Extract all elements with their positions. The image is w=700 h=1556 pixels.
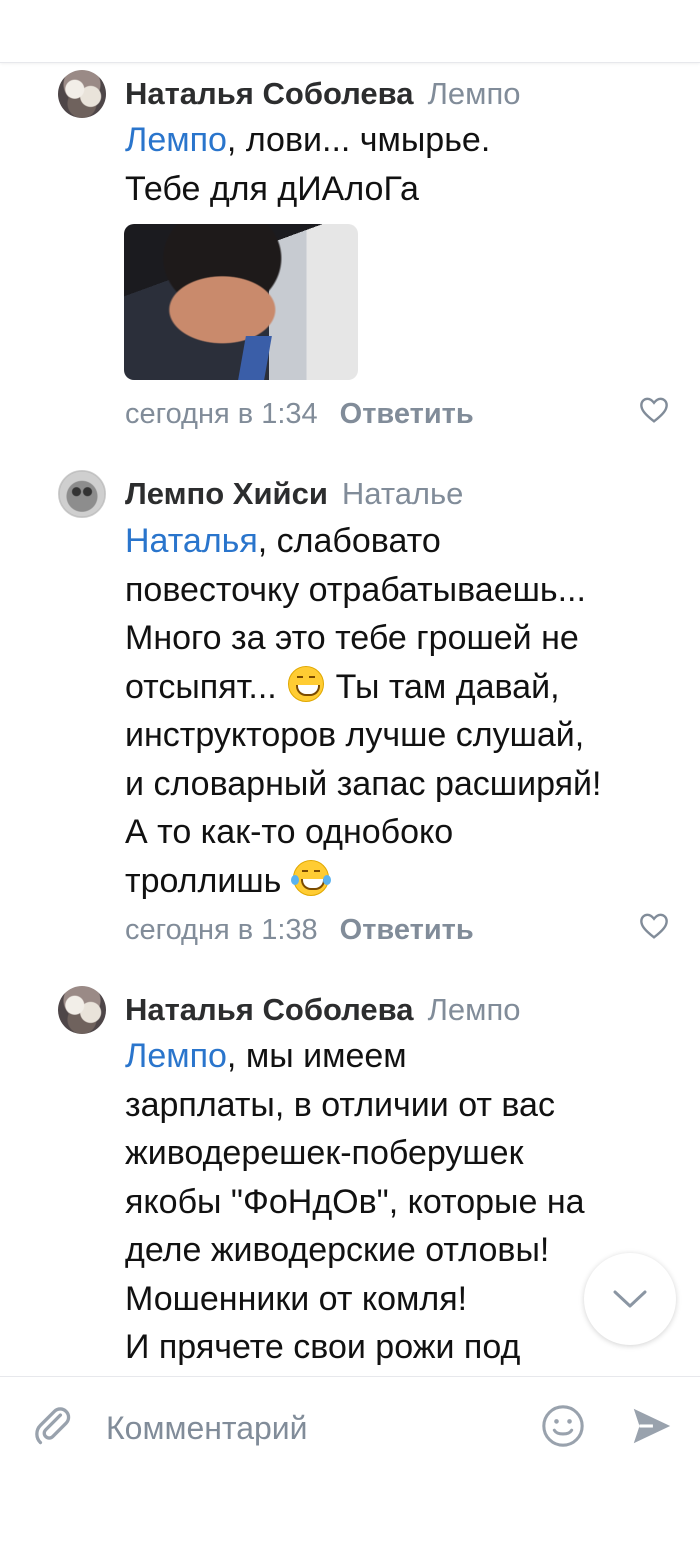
photo-detail [238, 336, 272, 380]
comment-line: А то как-то однобоко [125, 813, 454, 851]
comment-text-segment: троллишь [125, 861, 282, 900]
timestamp: сегодня в 1:34 [125, 398, 318, 430]
comment-composer [0, 1376, 700, 1477]
comment-meta: сегодня в 1:34 Ответить [125, 396, 474, 432]
comment-line: Наталья, слабовато [125, 517, 680, 566]
grin-emoji-icon [288, 665, 325, 702]
mention-link[interactable]: Лемпо [125, 121, 227, 159]
comment-line: повесточку отрабатываешь... [125, 570, 586, 609]
mention-link[interactable]: Лемпо [125, 1037, 227, 1075]
comment-line: Много за это тебе грошей не [125, 619, 579, 657]
emoji-smile-icon[interactable] [540, 1403, 586, 1449]
tears-of-joy-emoji-icon [290, 859, 331, 896]
mention-link[interactable]: Наталья [125, 522, 258, 560]
comment-header: Наталья Соболева Лемпо [125, 990, 521, 1030]
author-name[interactable]: Наталья Соболева [125, 992, 414, 1027]
comment-line: Лемпо, лови... чмырье. [125, 116, 680, 165]
comment-line: и словарный запас расширяй! [125, 764, 602, 803]
comment-text: Наталья, слабовато повесточку отрабатыва… [125, 517, 680, 905]
comment-input[interactable] [104, 1401, 518, 1455]
comment-line: зарплаты, в отличии от вас [125, 1085, 555, 1124]
comment-text-segment: Ты там давай, [326, 667, 560, 706]
comment-line: троллишь [125, 857, 680, 906]
comment-text-segment: , слабовато [257, 522, 441, 560]
comment-line: отсыпят... Ты там давай, [125, 663, 680, 712]
author-name[interactable]: Лемпо Хийси [125, 476, 328, 511]
avatar[interactable] [58, 986, 106, 1034]
comment-line: Тебе для дИАлоГа [125, 169, 419, 208]
heart-icon[interactable] [638, 394, 670, 426]
send-icon[interactable] [628, 1403, 674, 1449]
chevron-down-icon [613, 1290, 647, 1308]
comment-text-segment: , лови... чмырье. [226, 121, 491, 159]
comment-text: Лемпо, лови... чмырье. Тебе для дИАлоГа [125, 116, 680, 213]
comment-line: Лемпо, мы имеем [125, 1032, 680, 1081]
author-name[interactable]: Наталья Соболева [125, 76, 414, 111]
reply-button[interactable]: Ответить [340, 398, 474, 430]
comment-text-segment: отсыпят... [125, 667, 277, 706]
comment-header: Лемпо Хийси Наталье [125, 474, 463, 514]
comment-line: якобы "ФоНдОв", которые на [125, 1182, 585, 1221]
comment-meta: сегодня в 1:38 Ответить [125, 912, 474, 948]
paperclip-icon[interactable] [32, 1405, 76, 1449]
reply-to-name[interactable]: Лемпо [428, 992, 521, 1027]
reply-to-name[interactable]: Наталье [342, 476, 464, 511]
timestamp: сегодня в 1:38 [125, 914, 318, 946]
comment-text-segment: , мы имеем [226, 1037, 407, 1075]
comment-line: инструкторов лучше слушай, [125, 716, 585, 754]
scroll-down-button[interactable] [584, 1253, 676, 1345]
heart-icon[interactable] [638, 910, 670, 942]
top-bar [0, 0, 700, 63]
avatar[interactable] [58, 470, 106, 518]
reply-button[interactable]: Ответить [340, 914, 474, 946]
reply-to-name[interactable]: Лемпо [428, 76, 521, 111]
attached-photo[interactable] [124, 224, 358, 380]
comment-line: живодерешек-поберушек [125, 1134, 524, 1172]
avatar[interactable] [58, 70, 106, 118]
comment-header: Наталья Соболева Лемпо [125, 74, 521, 114]
